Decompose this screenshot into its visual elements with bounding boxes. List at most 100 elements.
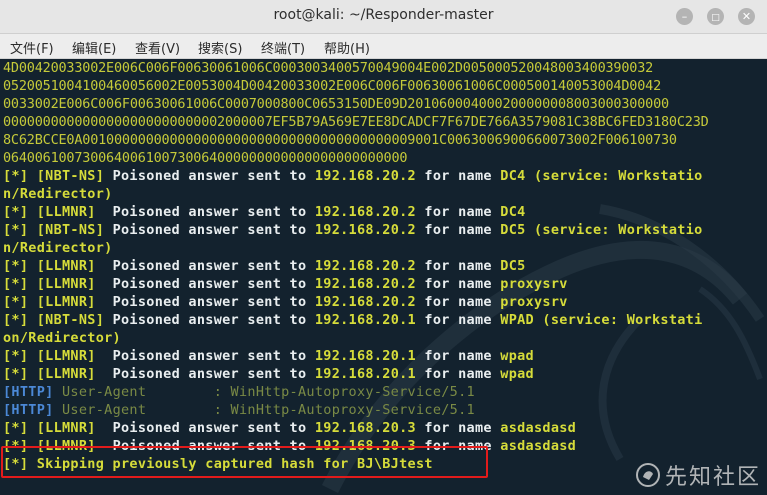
- log-text: Poisoned answer sent to: [95, 276, 315, 292]
- line-continuation: n/Redirector): [3, 186, 113, 202]
- target-name: DC4: [500, 204, 526, 220]
- http-log-line: [HTTP] User-Agent : WinHttp-Autoproxy-Se…: [3, 401, 709, 419]
- http-tag: [HTTP]: [3, 384, 54, 400]
- log-text: Poisoned answer sent to: [104, 222, 315, 238]
- log-text: for name: [415, 168, 501, 184]
- protocol-tag: [LLMNR]: [36, 420, 96, 436]
- wrapped-line: on/Redirector): [3, 329, 709, 347]
- ip-address: 192.168.20.2: [314, 258, 416, 274]
- terminal-window: root@kali: ~/Responder-master – □ ✕ 文件(F…: [0, 0, 767, 495]
- log-text: for name: [415, 420, 501, 436]
- watermark-text: 先知社区: [664, 465, 761, 490]
- line-continuation: n/Redirector): [3, 240, 113, 256]
- hex-text: 0520051004100460056002E0053004D004200330…: [3, 78, 661, 94]
- hex-text: 4D00420033002E006C006F00630061006C000300…: [3, 60, 654, 76]
- hex-text: 0000000000000000000000000002000007EF5B79…: [3, 114, 709, 130]
- status-tag: [*]: [3, 312, 37, 328]
- terminal-lines: 4D00420033002E006C006F00630061006C000300…: [3, 59, 709, 473]
- wrapped-line: n/Redirector): [3, 239, 709, 257]
- poison-log-line: [*] [LLMNR] Poisoned answer sent to 192.…: [3, 257, 709, 275]
- http-text: User-Agent : WinHttp-Autoproxy-Service/5…: [53, 384, 475, 400]
- log-text: Poisoned answer sent to: [104, 168, 315, 184]
- target-name: asdasdasd: [500, 438, 577, 454]
- hex-dump-line: 4D00420033002E006C006F00630061006C000300…: [3, 59, 709, 77]
- menu-edit[interactable]: 编辑(E): [72, 38, 116, 57]
- status-tag: [*]: [3, 294, 37, 310]
- status-tag: [*]: [3, 222, 37, 238]
- log-text: Poisoned answer sent to: [95, 294, 315, 310]
- line-continuation: on/Redirector): [3, 330, 121, 346]
- watermark: 先知社区: [635, 459, 761, 491]
- target-name: wpad: [500, 366, 534, 382]
- hex-dump-line: 0000000000000000000000000002000007EF5B79…: [3, 113, 709, 131]
- log-text: for name: [415, 204, 501, 220]
- log-text: for name: [415, 222, 501, 238]
- protocol-tag: [LLMNR]: [36, 294, 96, 310]
- close-icon: ✕: [741, 10, 752, 23]
- service-text: (service: Workstati: [533, 312, 703, 328]
- menu-file[interactable]: 文件(F): [10, 38, 54, 57]
- log-text: for name: [415, 348, 501, 364]
- target-name: wpad: [500, 348, 534, 364]
- menu-help[interactable]: 帮助(H): [324, 38, 370, 57]
- menu-search[interactable]: 搜索(S): [198, 38, 242, 57]
- ip-address: 192.168.20.2: [314, 222, 416, 238]
- target-name: proxysrv: [500, 294, 568, 310]
- poison-log-line: [*] [LLMNR] Poisoned answer sent to 192.…: [3, 419, 709, 437]
- protocol-tag: [NBT-NS]: [36, 312, 105, 328]
- status-tag: [*]: [3, 348, 37, 364]
- close-button[interactable]: ✕: [738, 8, 755, 25]
- log-text: for name: [415, 312, 501, 328]
- hex-text: 0640061007300640061007300640000000000000…: [3, 150, 408, 166]
- log-text: Poisoned answer sent to: [95, 204, 315, 220]
- target-name: DC4: [500, 168, 526, 184]
- window-title: root@kali: ~/Responder-master: [273, 7, 494, 23]
- poison-log-line: [*] [LLMNR] Poisoned answer sent to 192.…: [3, 293, 709, 311]
- http-text: User-Agent : WinHttp-Autoproxy-Service/5…: [53, 402, 475, 418]
- log-text: for name: [415, 366, 501, 382]
- hex-dump-line: 0640061007300640061007300640000000000000…: [3, 149, 709, 167]
- status-tag: [*]: [3, 204, 37, 220]
- minimize-button[interactable]: –: [676, 8, 693, 25]
- hex-text: 0033002E006C006F00630061006C0007000800C0…: [3, 96, 669, 112]
- service-text: (service: Workstatio: [525, 168, 703, 184]
- target-name: WPAD: [500, 312, 534, 328]
- log-text: Poisoned answer sent to: [95, 348, 315, 364]
- service-text: (service: Workstatio: [525, 222, 703, 238]
- terminal-output[interactable]: 4D00420033002E006C006F00630061006C000300…: [0, 59, 767, 495]
- ip-address: 192.168.20.3: [314, 420, 416, 436]
- log-text: for name: [415, 258, 501, 274]
- xianzhi-logo-icon: [635, 463, 660, 487]
- status-tag: [*]: [3, 258, 37, 274]
- menu-bar: 文件(F) 编辑(E) 查看(V) 搜索(S) 终端(T) 帮助(H): [0, 34, 767, 59]
- status-tag: [*]: [3, 366, 37, 382]
- ip-address: 192.168.20.1: [314, 366, 416, 382]
- target-name: DC5: [500, 258, 526, 274]
- http-tag: [HTTP]: [3, 402, 54, 418]
- protocol-tag: [NBT-NS]: [36, 222, 105, 238]
- maximize-button[interactable]: □: [707, 8, 724, 25]
- poison-log-line: [*] [LLMNR] Poisoned answer sent to 192.…: [3, 275, 709, 293]
- log-text: Poisoned answer sent to: [95, 366, 315, 382]
- menu-view[interactable]: 查看(V): [135, 38, 180, 57]
- ip-address: 192.168.20.2: [314, 294, 416, 310]
- log-text: Poisoned answer sent to: [95, 258, 315, 274]
- hex-dump-line: 0033002E006C006F00630061006C0007000800C0…: [3, 95, 709, 113]
- maximize-icon: □: [711, 13, 720, 23]
- ip-address: 192.168.20.2: [314, 276, 416, 292]
- poison-log-line: [*] [NBT-NS] Poisoned answer sent to 192…: [3, 311, 709, 329]
- hex-dump-line: 0520051004100460056002E0053004D004200330…: [3, 77, 709, 95]
- status-tag: [*]: [3, 168, 37, 184]
- poison-log-line: [*] [NBT-NS] Poisoned answer sent to 192…: [3, 167, 709, 185]
- ip-address: 192.168.20.1: [314, 312, 416, 328]
- title-bar[interactable]: root@kali: ~/Responder-master – □ ✕: [0, 0, 767, 34]
- protocol-tag: [LLMNR]: [36, 366, 96, 382]
- protocol-tag: [LLMNR]: [36, 348, 96, 364]
- http-log-line: [HTTP] User-Agent : WinHttp-Autoproxy-Se…: [3, 383, 709, 401]
- log-text: for name: [415, 276, 501, 292]
- poison-log-line: [*] [LLMNR] Poisoned answer sent to 192.…: [3, 203, 709, 221]
- wrapped-line: n/Redirector): [3, 185, 709, 203]
- menu-terminal[interactable]: 终端(T): [261, 38, 305, 57]
- poison-log-line: [*] [LLMNR] Poisoned answer sent to 192.…: [3, 365, 709, 383]
- target-name: asdasdasd: [500, 420, 577, 436]
